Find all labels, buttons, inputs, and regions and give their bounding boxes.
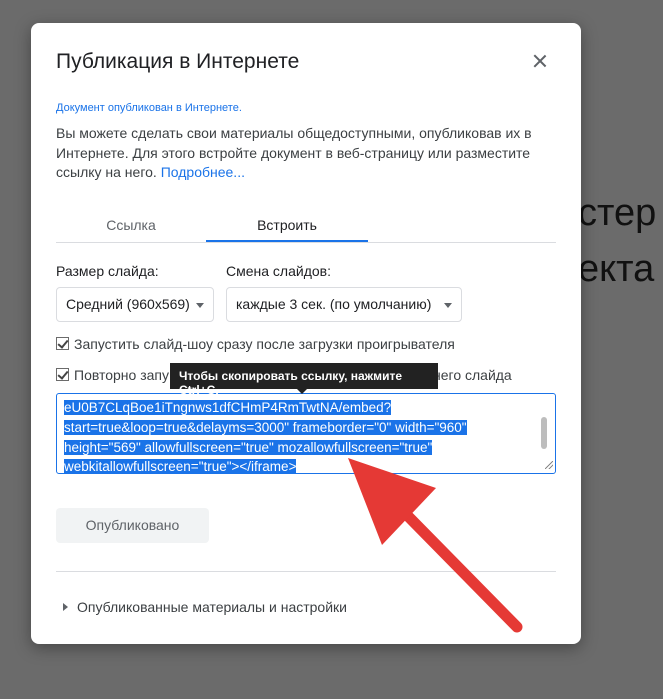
description: Вы можете сделать свои материалы общедос… [56,124,556,183]
loop-label-end: него слайда [433,367,512,383]
status-text: Документ опубликован в Интернете. [56,102,242,114]
loop-label: Повторно запу [74,367,169,383]
close-icon[interactable] [529,51,551,73]
slide-change-label: Смена слайдов: [226,263,331,279]
embed-code-line: height="569" allowfullscreen="true" moza… [64,439,433,455]
embed-code-line: eU0B7CLqBoe1iTngnws1dfCHmP4RmTwtNA/embed… [64,400,392,415]
tab-embed[interactable]: Встроить [206,217,368,242]
chevron-right-icon [63,603,68,611]
embed-code-textarea[interactable]: eU0B7CLqBoe1iTngnws1dfCHmP4RmTwtNA/embed… [56,393,556,474]
chevron-down-icon [196,303,204,308]
resize-handle-icon[interactable] [545,461,553,469]
published-button[interactable]: Опубликовано [56,508,209,543]
autostart-label: Запустить слайд-шоу сразу после загрузки… [74,336,455,352]
autostart-checkbox[interactable] [56,337,69,350]
slide-size-select[interactable]: Средний (960x569) [56,287,214,322]
autostart-option: Запустить слайд-шоу сразу после загрузки… [56,336,455,352]
published-settings-expander[interactable]: Опубликованные материалы и настройки [63,599,347,615]
slide-change-select[interactable]: каждые 3 сек. (по умолчанию) [226,287,462,322]
publish-dialog: Публикация в Интернете Документ опублико… [31,23,581,644]
background-slide-text: стер [578,192,657,234]
background-slide-text: екта [578,248,655,290]
embed-code-line: start=true&loop=true&delayms=3000" frame… [64,419,467,435]
loop-checkbox[interactable] [56,368,69,381]
embed-code-line: webkitallowfullscreen="true"></iframe> [64,459,297,474]
chevron-down-icon [444,303,452,308]
copy-tooltip: Чтобы скопировать ссылку, нажмите Ctrl+C… [170,363,438,397]
textarea-scrollbar[interactable] [541,417,547,449]
tab-bar: Ссылка Встроить [56,213,556,243]
divider [56,571,556,572]
slide-change-value: каждые 3 сек. (по умолчанию) [236,296,432,312]
dialog-title: Публикация в Интернете [56,50,300,73]
slide-size-value: Средний (960x569) [66,296,190,312]
slide-size-label: Размер слайда: [56,263,159,279]
expander-label: Опубликованные материалы и настройки [77,599,347,615]
tab-link[interactable]: Ссылка [56,217,206,242]
more-link[interactable]: Подробнее... [161,164,245,180]
description-text: Вы можете сделать свои материалы общедос… [56,125,532,180]
loop-option: Повторно запу [56,367,169,383]
